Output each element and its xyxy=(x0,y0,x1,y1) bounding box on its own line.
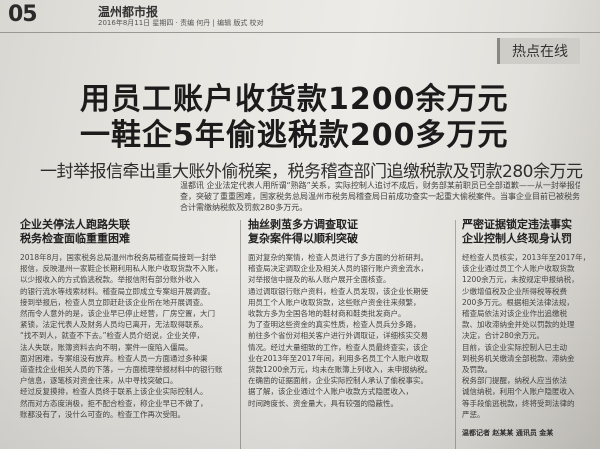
masthead: 05 温州都市报 2016年8月11日 星期四 · 责编 何丹 | 编辑 版式 … xyxy=(0,0,600,33)
byline: 温都记者 赵某某 通讯员 金某 xyxy=(462,429,554,437)
heading-line: 严密证据锁定违法事实 xyxy=(462,218,572,231)
section-tab: 热点在线 xyxy=(497,38,580,64)
body-line: 严惩。 xyxy=(462,409,485,419)
lead-line: 合计需缴纳税款及罚款280多万元。 xyxy=(180,203,308,212)
article-column-1: 企业关停法人跑路失联 税务检查面临重重困难 2018年8月，国家税务总局温州市税… xyxy=(20,218,235,449)
body-line: 然而令人意外的是，该企业早已停止经营，厂房空置，大门 xyxy=(20,309,215,319)
article-column-3: 严密证据锁定违法事实 企业控制人终现身认罚 经检查人员核实，2013年至2017… xyxy=(462,218,592,449)
body-line: 户信息，逐笔核对资金往来，从中寻找突破口。 xyxy=(20,376,178,386)
body-line: 以少报收入的方式偷逃税款。举报信附有部分账外收入 xyxy=(20,275,200,285)
column-divider xyxy=(455,220,456,449)
body-line: 及罚款。 xyxy=(462,365,492,375)
body-line: 紧锁，法定代表人及财务人员均已离开，无法取得联系。 xyxy=(20,320,208,330)
headline-line-2: 一鞋企5年偷逃税款200多万元 xyxy=(80,118,509,153)
column-2-heading: 抽丝剥茧多方调查取证 复杂案件得以顺利突破 xyxy=(248,218,448,246)
body-line: 的银行流水等线索材料。稽查局立即成立专案组开展调查。 xyxy=(20,286,215,296)
body-line: 在确凿的证据面前，企业实际控制人承认了偷税事实。 xyxy=(248,376,428,386)
body-line: 收款方多为全国各地的鞋材商和鞋类批发商户。 xyxy=(248,309,406,319)
body-line: 情况。经过大量细致的工作，检查人员最终查实，该企 xyxy=(248,342,428,352)
body-line: 然而对方态度消极，拒不配合检查，称企业早已不做了， xyxy=(20,398,208,408)
body-line: 时间跨度长、资金量大，具有较强的隐蔽性。 xyxy=(248,398,398,408)
body-line: 该企业通过员工个人账户收取货款 xyxy=(462,264,575,274)
body-line: 通过调取银行账户资料，检查人员发现，该企业长期使 xyxy=(248,286,428,296)
subheadline: 一封举报信牵出重大账外偷税案，税务稽查部门追缴税款及罚款280余万元 xyxy=(40,162,583,182)
lead-line: 查，突破了重重困难，国家税务总局温州市税务局稽查局日前成功查实一起重大偷税案件。… xyxy=(180,192,580,201)
body-line: 稽查局依法对该企业作出追缴税 xyxy=(462,309,567,319)
column-3-body: 经检查人员核实，2013年至2017年， 该企业通过员工个人账户收取货款 1200余… xyxy=(462,252,592,420)
lead-line: 温都讯 企业法定代表人用所谓“熟路”关系，实际控制人追讨不成后，财务部某前职员已… xyxy=(180,181,580,190)
body-line: 面对困难，专案组没有放弃。检查人员一方面通过多种渠 xyxy=(20,353,208,363)
body-line: 到税务机关缴清全部税款、滞纳金 xyxy=(462,353,575,363)
article-column-2: 抽丝剥茧多方调查取证 复杂案件得以顺利突破 面对复杂的案情，检查人员进行了多方面… xyxy=(248,218,448,449)
body-line: 道查找企业相关人员的下落，一方面梳理举报材料中的银行账 xyxy=(20,365,223,375)
body-line: 等手段偷逃税款，终将受到法律的 xyxy=(462,398,575,408)
body-line: 用员工个人账户收取货款，这些账户资金往来频繁， xyxy=(248,297,421,307)
body-line: 决定，合计280余万元。 xyxy=(462,331,544,341)
body-line: 税务部门提醒，纳税人应当依法 xyxy=(462,376,567,386)
body-line: 为了查明这些资金的真实性质，检查人员兵分多路， xyxy=(248,320,421,330)
body-line: 2018年8月，国家税务总局温州市税务局稽查局接到一封举 xyxy=(20,253,217,262)
column-2-body: 面对复杂的案情，检查人员进行了多方面的分析研判。 稽查局决定调取企业及相关人员的银… xyxy=(248,252,448,409)
body-line: 据了解，该企业通过个人账户收款方式隐匿收入， xyxy=(248,387,413,397)
heading-line: 复杂案件得以顺利突破 xyxy=(248,232,358,245)
body-line: 业在2013年至2017年间，利用多名员工个人账户收取 xyxy=(248,353,429,363)
body-line: 200多万元。根据相关法律法规， xyxy=(462,297,574,307)
body-line: 经检查人员核实，2013年至2017年， xyxy=(462,253,591,262)
heading-line: 税务检查面临重重困难 xyxy=(20,232,130,245)
body-line: 目前，该企业实际控制人已主动 xyxy=(462,342,567,352)
column-1-body: 2018年8月，国家税务总局温州市税务局稽查局接到一封举 报信，反映温州一家鞋企长… xyxy=(20,252,235,420)
body-line: 前往多个省份对相关客户进行外调取证，详细核实交易 xyxy=(248,331,428,341)
body-line: 账都没有了，没什么可查的。检查工作再次受阻。 xyxy=(20,409,185,419)
body-line: 接到举报后，检查人员立即赶赴该企业所在地开展调查。 xyxy=(20,297,208,307)
heading-line: 抽丝剥茧多方调查取证 xyxy=(248,218,358,231)
body-line: 稽查局决定调取企业及相关人员的银行账户资金流水， xyxy=(248,264,428,274)
body-line: 法人失联，账簿资料去向不明，案件一度陷入僵局。 xyxy=(20,342,193,352)
body-line: 经过反复摸排，检查人员终于联系上该企业实际控制人。 xyxy=(20,387,208,397)
body-line: 诚信纳税，利用个人账户隐匿收入 xyxy=(462,387,575,397)
body-line: “找不到人，就查不下去。”检查人员介绍说，企业关停， xyxy=(20,331,205,341)
body-line: 面对复杂的案情，检查人员进行了多方面的分析研判。 xyxy=(248,253,428,262)
newspaper-page: 05 温州都市报 2016年8月11日 星期四 · 责编 何丹 | 编辑 版式 … xyxy=(0,0,600,449)
body-line: 款、加收滞纳金并处以罚款的处理 xyxy=(462,320,575,330)
column-1-heading: 企业关停法人跑路失联 税务检查面临重重困难 xyxy=(20,218,235,246)
body-line: 货款1200余万元，均未在账簿上列收入，未申报纳税。 xyxy=(248,365,433,375)
body-line: 报信，反映温州一家鞋企长期利用私人账户收取货款不入账， xyxy=(20,264,223,274)
page-number: 05 xyxy=(8,2,38,27)
body-line: 少缴增值税及企业所得税等税费 xyxy=(462,286,567,296)
body-line: 1200余万元，未按规定申报纳税， xyxy=(462,275,579,285)
heading-line: 企业关停法人跑路失联 xyxy=(20,218,130,231)
column-divider xyxy=(240,220,241,449)
lead-paragraph: 温都讯 企业法定代表人用所谓“熟路”关系，实际控制人追讨不成后，财务部某前职员已… xyxy=(180,180,580,213)
issue-info: 2016年8月11日 星期四 · 责编 何丹 | 编辑 版式 校对 xyxy=(98,19,264,27)
heading-line: 企业控制人终现身认罚 xyxy=(462,232,572,245)
column-3-heading: 严密证据锁定违法事实 企业控制人终现身认罚 xyxy=(462,218,592,246)
body-line: 对举报信中提及的私人账户展开全面核查。 xyxy=(248,275,391,285)
